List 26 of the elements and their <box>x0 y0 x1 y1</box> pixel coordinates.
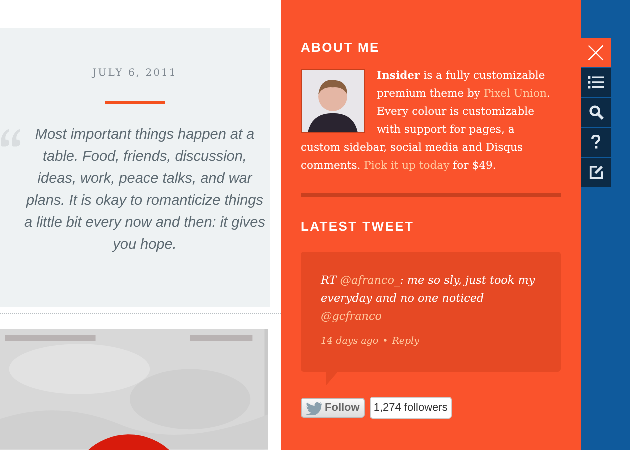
section-heading: LATEST TWEET <box>301 219 416 234</box>
mention-link[interactable]: @afranco_ <box>340 274 400 287</box>
separator-dot: • <box>382 336 388 347</box>
text-link[interactable]: Pixel Union <box>484 87 548 100</box>
search-button[interactable] <box>581 98 611 127</box>
pencil-square-icon <box>588 165 604 180</box>
tweet-time: 14 days ago <box>321 336 379 347</box>
bio-text: Insider is a fully customizable premium theme by Pixel Union. Every colour is customizable with support for pages, a <box>377 68 552 138</box>
follower-count: 1,274 followers <box>370 397 452 419</box>
compose-button[interactable] <box>581 158 611 187</box>
section-heading: ABOUT ME <box>301 40 381 55</box>
mention-link[interactable]: @gcfranco <box>321 310 382 323</box>
text-link[interactable]: Pick it up today <box>364 159 450 172</box>
search-icon <box>588 105 604 120</box>
bio-text: custom sidebar, social media and Disqus comments. Pick it up today for $49. <box>301 140 524 174</box>
help-button[interactable] <box>581 128 611 157</box>
tweet-text: RT @afranco_: me so sly, just took my everyday and no one noticed @gcfranco <box>321 273 536 325</box>
list-icon <box>588 76 604 89</box>
quote-text: Most important things happen at a table. Food, friends, discussion, ideas, work, peace talks, and war plans. It is okay to romanticize things a little bit every now and then: it gives you hope. <box>24 126 266 255</box>
reply-link[interactable]: Reply <box>392 336 420 347</box>
list-button[interactable] <box>581 68 611 97</box>
close-icon <box>587 44 605 62</box>
question-mark-icon <box>591 135 601 150</box>
follow-button[interactable]: Follow <box>301 398 365 418</box>
bird-icon <box>306 402 322 414</box>
post-date: JULY 6, 2011 <box>92 68 178 79</box>
